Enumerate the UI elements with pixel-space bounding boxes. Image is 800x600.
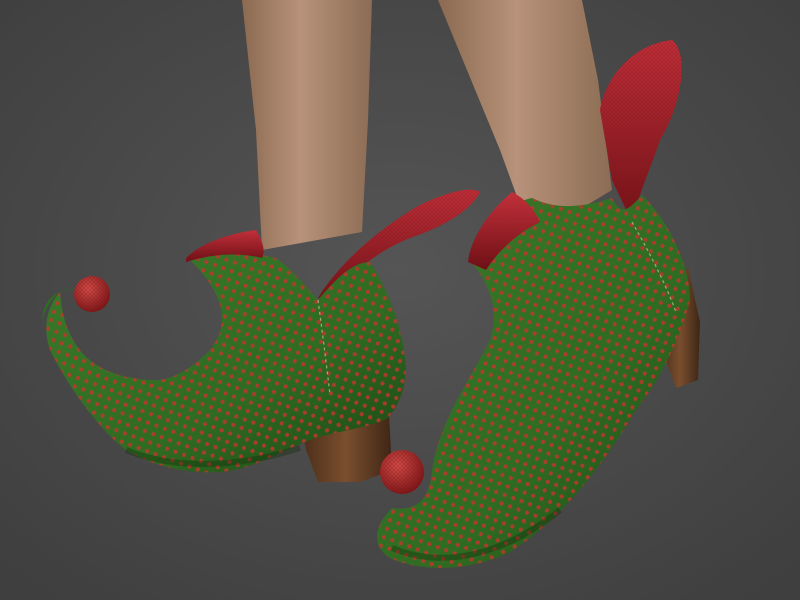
scene-svg bbox=[0, 0, 800, 600]
pompom-right-texture bbox=[380, 450, 424, 494]
render-viewport bbox=[0, 0, 800, 600]
leg-left bbox=[242, 0, 372, 250]
pompom-left-texture bbox=[74, 276, 110, 312]
